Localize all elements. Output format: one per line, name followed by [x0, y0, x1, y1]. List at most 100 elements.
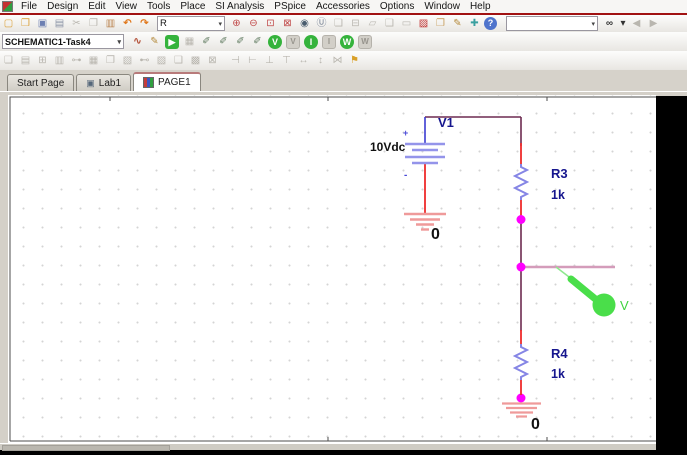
align-left-icon[interactable]: ⊣	[228, 53, 243, 68]
new-simulation-profile-icon[interactable]: ∿	[130, 34, 145, 49]
new-document-icon[interactable]: ▢	[1, 16, 16, 31]
tab-page1[interactable]: PAGE1	[133, 72, 201, 91]
doc-tool-icon-4[interactable]: ❑	[382, 16, 397, 31]
menu-view[interactable]: View	[111, 1, 143, 12]
tool-icon-10[interactable]: ▨	[154, 53, 169, 68]
tool-icon-12[interactable]: ▩	[188, 53, 203, 68]
wires[interactable]	[425, 117, 521, 331]
ground-1-label[interactable]: 0	[431, 226, 440, 243]
schematic-canvas[interactable]: + - V1 10Vdc 0	[8, 95, 656, 443]
help-icon[interactable]: ?	[484, 17, 497, 30]
voltage-probe[interactable]: V	[556, 267, 629, 317]
forward-icon[interactable]: ▶	[646, 16, 661, 31]
edit-design-icon[interactable]: ✎	[450, 16, 465, 31]
run-pspice-icon[interactable]: ▶	[165, 35, 179, 49]
doc-tool-icon-2[interactable]: ⊟	[348, 16, 363, 31]
undo-icon[interactable]: ↶	[120, 16, 135, 31]
bias-power-toggle-icon[interactable]: W	[358, 35, 372, 49]
append-design-icon[interactable]: ✚	[467, 16, 482, 31]
place-part-icon[interactable]: Ⓤ	[314, 16, 329, 31]
menu-file[interactable]: File	[16, 1, 42, 12]
tool-icon-8[interactable]: ▧	[120, 53, 135, 68]
horizontal-scrollbar[interactable]	[0, 443, 656, 450]
ground-symbol-1[interactable]: 0	[404, 214, 446, 243]
tab-start-page[interactable]: Start Page	[7, 74, 74, 91]
ground-symbol-2[interactable]: 0	[502, 404, 541, 434]
menu-si-analysis[interactable]: SI Analysis	[210, 1, 269, 12]
doc-tool-icon-1[interactable]: ❏	[331, 16, 346, 31]
scrollbar-thumb[interactable]	[2, 445, 170, 451]
r3-value-label[interactable]: 1k	[551, 188, 565, 202]
view-simulation-results-icon[interactable]: ▦	[182, 34, 197, 49]
find-icon[interactable]: ∞	[602, 16, 617, 31]
v1-reference-label[interactable]: V1	[438, 115, 454, 130]
tool-icon-2[interactable]: ▤	[18, 53, 33, 68]
v1-value-label[interactable]: 10Vdc	[370, 140, 406, 154]
tool-icon-9[interactable]: ⊷	[137, 53, 152, 68]
doc-tool-icon-5[interactable]: ▭	[399, 16, 414, 31]
tool-icon-3[interactable]: ⊞	[35, 53, 50, 68]
resistor-r4[interactable]: R4 1k	[515, 330, 568, 395]
tool-icon-7[interactable]: ❐	[103, 53, 118, 68]
menu-window[interactable]: Window	[419, 1, 465, 12]
bias-power-display-icon[interactable]: W	[340, 35, 354, 49]
r4-value-label[interactable]: 1k	[551, 367, 565, 381]
align-bottom-icon[interactable]: ⊥	[262, 53, 277, 68]
probe-head[interactable]	[593, 294, 616, 317]
power-marker-icon[interactable]: ✐	[250, 34, 265, 49]
align-right-icon[interactable]: ⊢	[245, 53, 260, 68]
distribute-horizontal-icon[interactable]: ↔	[296, 53, 311, 68]
menu-options[interactable]: Options	[375, 1, 419, 12]
chevron-down-icon[interactable]: ▾	[117, 38, 121, 46]
bias-current-display-icon[interactable]: I	[304, 35, 318, 49]
r4-body[interactable]	[515, 344, 527, 380]
doc-tool-icon-3[interactable]: ▱	[365, 16, 380, 31]
simulation-profile-combo[interactable]: SCHEMATIC1-Task4 ▾	[2, 34, 124, 49]
bias-current-toggle-icon[interactable]: I	[322, 35, 336, 49]
save-icon[interactable]: ▣	[35, 16, 50, 31]
paste-icon[interactable]: ▥	[103, 16, 118, 31]
cut-icon[interactable]: ✂	[69, 16, 84, 31]
search-combo[interactable]: ▾	[506, 16, 598, 31]
open-document-icon[interactable]: ❒	[18, 16, 33, 31]
battery-plates[interactable]	[405, 144, 445, 163]
menu-pspice[interactable]: PSpice	[269, 1, 311, 12]
current-marker-icon[interactable]: ✐	[233, 34, 248, 49]
part-search-combo[interactable]: R ▾	[157, 16, 225, 31]
flag-tool-icon[interactable]: ⚑	[347, 53, 362, 68]
r4-reference-label[interactable]: R4	[551, 346, 568, 361]
voltage-source-v1[interactable]: + - V1 10Vdc	[370, 115, 454, 213]
r3-body[interactable]	[515, 164, 527, 200]
voltage-marker-icon[interactable]: ✐	[199, 34, 214, 49]
tool-icon-1[interactable]: ❏	[1, 53, 16, 68]
menu-help[interactable]: Help	[465, 1, 496, 12]
align-top-icon[interactable]: ⊤	[279, 53, 294, 68]
menu-design[interactable]: Design	[42, 1, 83, 12]
tab-lab1[interactable]: ▣ Lab1	[76, 74, 131, 91]
zoom-in-icon[interactable]: ⊕	[229, 16, 244, 31]
edit-simulation-profile-icon[interactable]: ✎	[147, 34, 162, 49]
find-dropdown-icon[interactable]: ▾	[619, 16, 627, 31]
swap-icon[interactable]: ⋈	[330, 53, 345, 68]
redo-icon[interactable]: ↷	[137, 16, 152, 31]
voltage-differential-marker-icon[interactable]: ✐	[216, 34, 231, 49]
tool-icon-4[interactable]: ▥	[52, 53, 67, 68]
zoom-all-icon[interactable]: ⊠	[280, 16, 295, 31]
r3-reference-label[interactable]: R3	[551, 166, 568, 181]
bias-voltage-toggle-icon[interactable]: V	[286, 35, 300, 49]
resistor-r3[interactable]: R3 1k	[515, 143, 568, 217]
tool-icon-13[interactable]: ⊠	[205, 53, 220, 68]
menu-accessories[interactable]: Accessories	[311, 1, 375, 12]
chevron-down-icon[interactable]: ▾	[591, 20, 595, 28]
annotate-icon[interactable]: ◉	[297, 16, 312, 31]
ground-2-label[interactable]: 0	[531, 416, 540, 433]
copy-design-icon[interactable]: ❐	[433, 16, 448, 31]
design-rules-check-icon[interactable]: ▨	[416, 16, 431, 31]
zoom-area-icon[interactable]: ⊡	[263, 16, 278, 31]
tool-icon-11[interactable]: ❑	[171, 53, 186, 68]
back-icon[interactable]: ◀	[629, 16, 644, 31]
bias-voltage-display-icon[interactable]: V	[268, 35, 282, 49]
distribute-vertical-icon[interactable]: ↕	[313, 53, 328, 68]
chevron-down-icon[interactable]: ▾	[218, 20, 222, 28]
zoom-out-icon[interactable]: ⊖	[246, 16, 261, 31]
